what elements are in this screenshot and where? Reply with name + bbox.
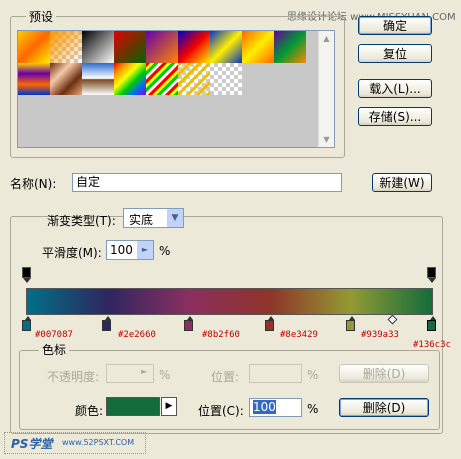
- scroll-down-icon[interactable]: ▼: [319, 132, 334, 147]
- ok-button[interactable]: 确定: [358, 16, 432, 35]
- color-stop-marker[interactable]: [346, 316, 355, 331]
- opacity-location-field[interactable]: [249, 364, 302, 383]
- preset-copper[interactable]: [50, 63, 82, 95]
- save-button[interactable]: 存储(S)...: [358, 107, 432, 126]
- color-label: 颜色:: [75, 404, 104, 418]
- preset-black-white[interactable]: [82, 31, 114, 63]
- name-field[interactable]: 自定: [72, 173, 342, 192]
- name-label: 名称(N):: [10, 177, 57, 191]
- preset-orange-transparent[interactable]: [50, 31, 82, 63]
- color-stop-label: #2e2660: [118, 330, 156, 340]
- color-stop-marker[interactable]: [427, 316, 436, 331]
- opacity-stop-left[interactable]: [22, 267, 31, 278]
- gradient-type-select[interactable]: 实底 ▼: [123, 208, 184, 228]
- preset-yellow-violet-orange-blue[interactable]: [18, 63, 50, 95]
- arrow-right-icon[interactable]: ►: [137, 241, 153, 259]
- preset-transparent-rainbow[interactable]: [146, 63, 178, 95]
- color-location-field[interactable]: 100: [249, 398, 302, 417]
- color-location-label: 位置(C):: [198, 404, 244, 418]
- preset-neutral-density[interactable]: [210, 63, 242, 95]
- preset-chrome[interactable]: [82, 63, 114, 95]
- opacity-stop-left-pointer: [23, 278, 31, 283]
- color-stop-label: #8e3429: [280, 330, 318, 340]
- smoothness-value: 100: [110, 243, 133, 257]
- footer-logo: PS学堂: [11, 437, 53, 451]
- color-stop-label: #939a33: [361, 330, 399, 340]
- footer-logo-box: PS学堂 www.52PSXT.COM: [4, 432, 146, 454]
- color-stop-marker[interactable]: [265, 316, 274, 331]
- stop-color-swatch[interactable]: [106, 397, 160, 416]
- preset-red-green[interactable]: [114, 31, 146, 63]
- preset-orange-yellow-orange[interactable]: [242, 31, 274, 63]
- color-menu-arrow-icon[interactable]: ▶: [161, 397, 177, 416]
- color-stop-label: #8b2f60: [202, 330, 240, 340]
- reset-button[interactable]: 复位: [358, 44, 432, 63]
- smoothness-label: 平滑度(M):: [42, 246, 102, 260]
- preset-blue-red-yellow[interactable]: [178, 31, 210, 63]
- opacity-unit: %: [159, 368, 171, 382]
- color-location-value: 100: [253, 400, 276, 414]
- new-button[interactable]: 新建(W): [372, 173, 432, 192]
- color-delete-button[interactable]: 删除(D): [339, 398, 429, 417]
- color-stop-label: #007087: [35, 330, 73, 340]
- color-stop-title: 色标: [39, 341, 70, 358]
- opacity-stop-right-pointer: [428, 278, 436, 283]
- preset-spectrum[interactable]: [114, 63, 146, 95]
- opacity-delete-button[interactable]: 删除(D): [339, 364, 429, 383]
- opacity-location-label: 位置:: [211, 370, 240, 384]
- color-stop-marker[interactable]: [102, 316, 111, 331]
- gradient-type-value: 实底: [129, 213, 154, 227]
- opacity-label: 不透明度:: [47, 370, 100, 384]
- gradient-preview-bar[interactable]: [26, 288, 433, 315]
- opacity-location-unit: %: [307, 368, 319, 382]
- opacity-arrow-icon: ►: [141, 367, 148, 376]
- preset-transparent-stripes[interactable]: [178, 63, 210, 95]
- load-button[interactable]: 载入(L)...: [358, 79, 432, 98]
- color-stop-marker[interactable]: [22, 316, 31, 331]
- color-location-unit: %: [307, 402, 319, 416]
- chevron-down-icon[interactable]: ▼: [167, 209, 183, 227]
- footer-site: www.52PSXT.COM: [62, 438, 135, 447]
- color-stop-label: #136c3c: [413, 340, 451, 350]
- color-stop-marker[interactable]: [184, 316, 193, 331]
- presets-title: 预设: [26, 8, 57, 25]
- preset-violet-orange[interactable]: [146, 31, 178, 63]
- preset-scrollbar[interactable]: ▲ ▼: [318, 31, 334, 147]
- gradient-type-label: 渐变类型(T):: [47, 214, 116, 228]
- opacity-stop-right[interactable]: [427, 267, 436, 278]
- preset-list[interactable]: ▲ ▼: [17, 30, 335, 148]
- preset-violet-green-orange[interactable]: [274, 31, 306, 63]
- smoothness-field[interactable]: 100 ►: [106, 240, 154, 260]
- scroll-up-icon[interactable]: ▲: [319, 31, 334, 46]
- smoothness-unit: %: [159, 244, 171, 258]
- preset-blue-yellow-blue[interactable]: [210, 31, 242, 63]
- preset-orange-yellow[interactable]: [18, 31, 50, 63]
